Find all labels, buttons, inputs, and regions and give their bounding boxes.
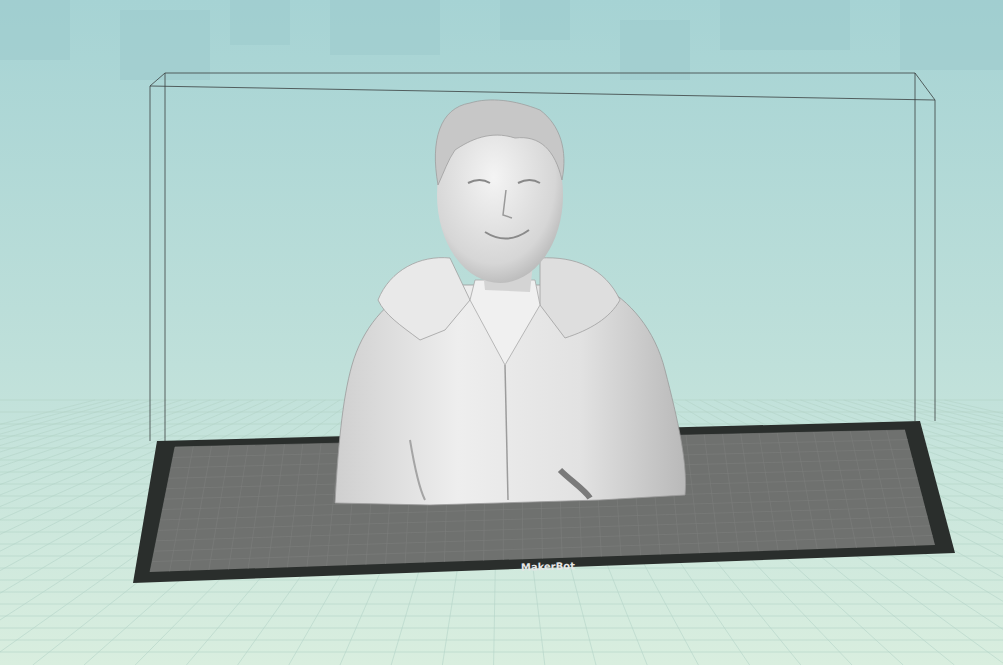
collar bbox=[470, 280, 540, 365]
hood-right bbox=[540, 258, 620, 338]
scene-canvas[interactable]: MakerBot bbox=[0, 0, 1003, 665]
build-viewport[interactable]: MakerBot bbox=[0, 0, 1003, 665]
bust-model[interactable] bbox=[335, 100, 686, 505]
brand-label: MakerBot bbox=[521, 560, 576, 572]
city-skyline bbox=[0, 0, 1003, 80]
hair bbox=[435, 100, 564, 185]
background bbox=[0, 0, 1003, 665]
hood-left bbox=[378, 258, 470, 340]
